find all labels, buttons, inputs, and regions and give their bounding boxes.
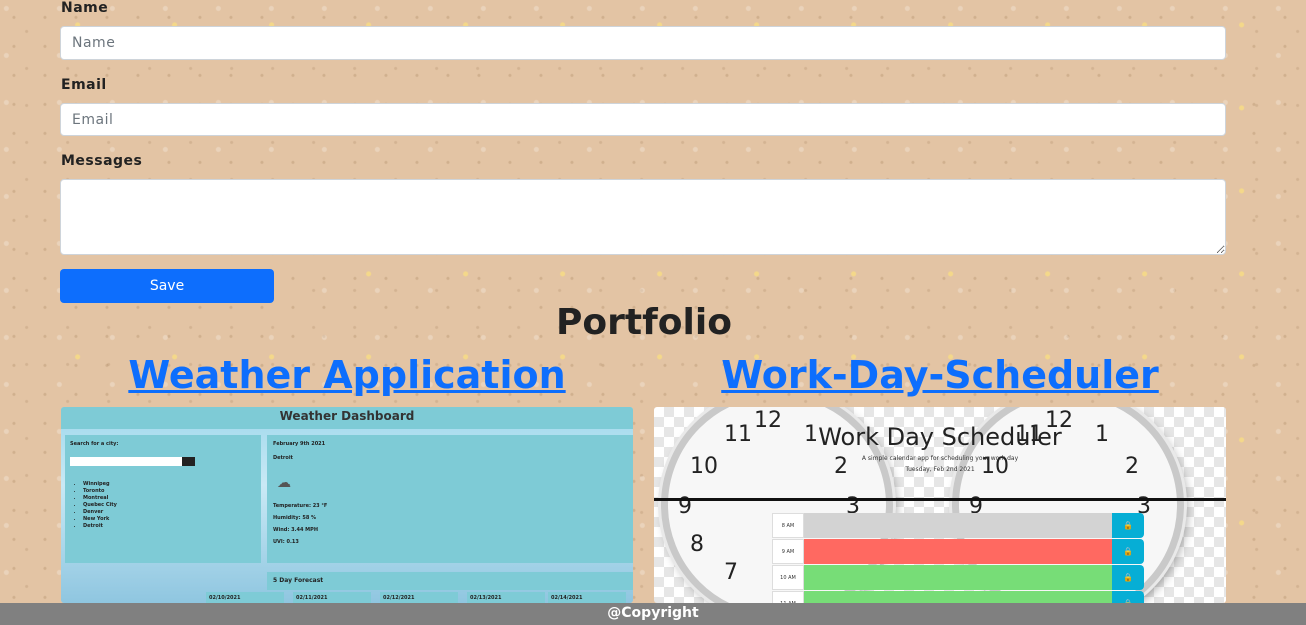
lock-icon: 🔒 (1112, 565, 1144, 590)
weather-thumb-city: Winnipeg (83, 481, 117, 488)
scheduler-thumb-subtitle: A simple calendar app for scheduling you… (861, 455, 1019, 462)
weather-thumb-city: New York (83, 516, 117, 523)
weather-thumb-forecast-card: 02/13/2021 (467, 592, 545, 603)
messages-label: Messages (61, 153, 143, 169)
work-day-scheduler-screenshot[interactable]: 12 1 2 3 11 10 9 8 7 12 1 2 3 11 10 9 Wo… (654, 407, 1226, 603)
weather-thumb-search-label: Search for a city: (70, 441, 119, 447)
weather-thumb-city: Detroit (83, 523, 117, 530)
weather-thumb-humidity: Humidity: 58 % (273, 515, 317, 521)
scheduler-thumb-block (804, 539, 1112, 564)
scheduler-thumb-date: Tuesday, Feb 2nd 2021 (905, 466, 975, 473)
lock-icon: 🔒 (1112, 513, 1144, 538)
scheduler-thumb-block (804, 591, 1112, 603)
weather-thumb-city: Montreal (83, 495, 117, 502)
scheduler-thumb-hour: 10 AM (772, 565, 804, 590)
portfolio-title: Portfolio (556, 302, 732, 343)
email-input[interactable] (60, 103, 1226, 136)
weather-thumb-sidebar: Search for a city: Winnipeg Toronto Mont… (65, 435, 261, 563)
messages-textarea[interactable] (60, 179, 1226, 255)
scheduler-thumb-row: 9 AM 🔒 (772, 539, 1144, 564)
scheduler-thumb-divider (654, 498, 1226, 501)
weather-thumb-forecast-card: 02/14/2021 (548, 592, 626, 603)
scheduler-thumb-row: 11 AM 🔒 (772, 591, 1144, 603)
weather-thumb-forecast-title: 5 Day Forecast (267, 572, 633, 590)
work-day-scheduler-link[interactable]: Work-Day-Scheduler (654, 353, 1226, 397)
save-button[interactable]: Save (60, 269, 274, 303)
name-input[interactable] (60, 26, 1226, 60)
weather-application-link[interactable]: Weather Application (61, 353, 633, 397)
weather-application-screenshot[interactable]: Weather Dashboard Search for a city: Win… (61, 407, 633, 603)
weather-thumb-city: Denver (83, 509, 117, 516)
weather-thumb-city: Toronto (83, 488, 117, 495)
weather-thumb-forecast-card: 02/10/2021 (206, 592, 284, 603)
scheduler-thumb-hour: 9 AM (772, 539, 804, 564)
weather-thumb-forecast-card: 02/11/2021 (293, 592, 371, 603)
weather-thumb-city: Quebec City (83, 502, 117, 509)
weather-thumb-wind: Wind: 3.44 MPH (273, 527, 319, 533)
scheduler-thumb-row: 10 AM 🔒 (772, 565, 1144, 590)
lock-icon: 🔒 (1112, 539, 1144, 564)
weather-thumb-current: February 9th 2021 Detroit ☁ Temperature:… (267, 435, 633, 563)
weather-thumb-search-box (70, 457, 182, 466)
footer-copyright: @Copyright (0, 603, 1306, 625)
lock-icon: 🔒 (1112, 591, 1144, 603)
name-label: Name (61, 0, 109, 16)
weather-thumb-uv: UVI: 0.13 (273, 539, 299, 545)
weather-thumb-header: Weather Dashboard (61, 407, 633, 429)
cloud-icon: ☁ (277, 475, 291, 491)
weather-thumb-city-list: Winnipeg Toronto Montreal Quebec City De… (73, 481, 117, 530)
scheduler-thumb-hour: 8 AM (772, 513, 804, 538)
weather-thumb-forecast-card: 02/12/2021 (380, 592, 458, 603)
scheduler-thumb-row: 8 AM 🔒 (772, 513, 1144, 538)
scheduler-thumb-title: Work Day Scheduler (818, 423, 1062, 451)
scheduler-thumb-block (804, 513, 1112, 538)
weather-thumb-search-icon (182, 457, 195, 466)
email-label: Email (61, 77, 107, 93)
weather-thumb-date: February 9th 2021 (273, 441, 326, 447)
scheduler-thumb-block (804, 565, 1112, 590)
weather-thumb-temperature: Temperature: 23 °F (273, 503, 328, 509)
weather-thumb-city-name: Detroit (273, 455, 293, 461)
scheduler-thumb-hour: 11 AM (772, 591, 804, 603)
